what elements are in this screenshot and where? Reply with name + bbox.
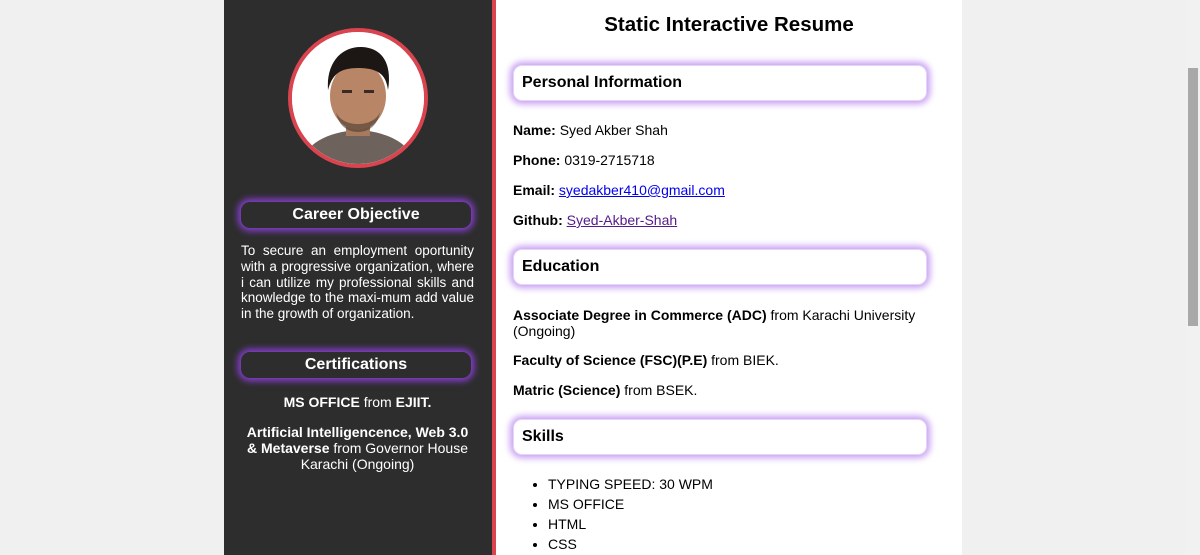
degree-name: Associate Degree in Commerce (ADC) xyxy=(513,307,767,323)
phone-label: Phone: xyxy=(513,152,561,168)
page-scrollbar[interactable] xyxy=(1186,0,1200,555)
phone-value: 0319-2715718 xyxy=(564,152,655,168)
skill-item: MS OFFICE xyxy=(548,494,713,514)
certification-name: MS OFFICE xyxy=(283,394,360,410)
github-label: Github: xyxy=(513,212,563,228)
certification-org: EJIIT. xyxy=(395,394,432,410)
avatar-portrait-icon xyxy=(292,32,424,164)
name-value: Syed Akber Shah xyxy=(559,122,668,138)
github-link[interactable]: Syed-Akber-Shah xyxy=(567,212,678,228)
personal-info-heading: Personal Information xyxy=(513,65,927,101)
degree-name: Faculty of Science (FSC)(P.E) xyxy=(513,352,708,368)
main-content: Static Interactive Resume Personal Infor… xyxy=(496,0,962,555)
github-row: Github: Syed-Akber-Shah xyxy=(513,212,933,228)
section-heading-label: Personal Information xyxy=(522,74,683,91)
certification-from: from xyxy=(359,394,396,410)
degree-institution: from BIEK. xyxy=(707,352,779,368)
education-item: Faculty of Science (FSC)(P.E) from BIEK. xyxy=(513,352,933,368)
career-objective-heading: Career Objective xyxy=(241,202,471,228)
skill-item: TYPING SPEED: 30 WPM xyxy=(548,474,713,494)
education-item: Associate Degree in Commerce (ADC) from … xyxy=(513,307,933,339)
email-row: Email: syedakber410@gmail.com xyxy=(513,182,933,198)
section-heading-label: Skills xyxy=(522,428,564,445)
degree-name: Matric (Science) xyxy=(513,382,621,398)
scrollbar-thumb[interactable] xyxy=(1188,68,1198,326)
page-title: Static Interactive Resume xyxy=(604,13,854,36)
skills-list: TYPING SPEED: 30 WPM MS OFFICE HTML CSS xyxy=(513,474,713,554)
skill-item: CSS xyxy=(548,534,713,554)
resume-container: Career Objective To secure an employment… xyxy=(224,0,962,555)
career-objective-text: To secure an employment oportunity with … xyxy=(241,243,474,322)
profile-photo xyxy=(288,28,428,168)
email-link[interactable]: syedakber410@gmail.com xyxy=(559,182,725,198)
skills-heading: Skills xyxy=(513,419,927,455)
section-heading-label: Education xyxy=(522,258,600,275)
degree-institution: from BSEK. xyxy=(620,382,698,398)
certification-from: from xyxy=(329,440,366,456)
sidebar: Career Objective To secure an employment… xyxy=(224,0,496,555)
education-heading: Education xyxy=(513,249,927,285)
name-row: Name: Syed Akber Shah xyxy=(513,122,933,138)
phone-row: Phone: 0319-2715718 xyxy=(513,152,933,168)
certification-item: Artificial Intelligencence, Web 3.0 & Me… xyxy=(241,424,474,472)
education-item: Matric (Science) from BSEK. xyxy=(513,382,933,398)
email-label: Email: xyxy=(513,182,556,198)
skill-item: HTML xyxy=(548,514,713,534)
name-label: Name: xyxy=(513,122,556,138)
certification-item: MS OFFICE from EJIIT. xyxy=(241,394,474,410)
certifications-heading: Certifications xyxy=(241,352,471,378)
